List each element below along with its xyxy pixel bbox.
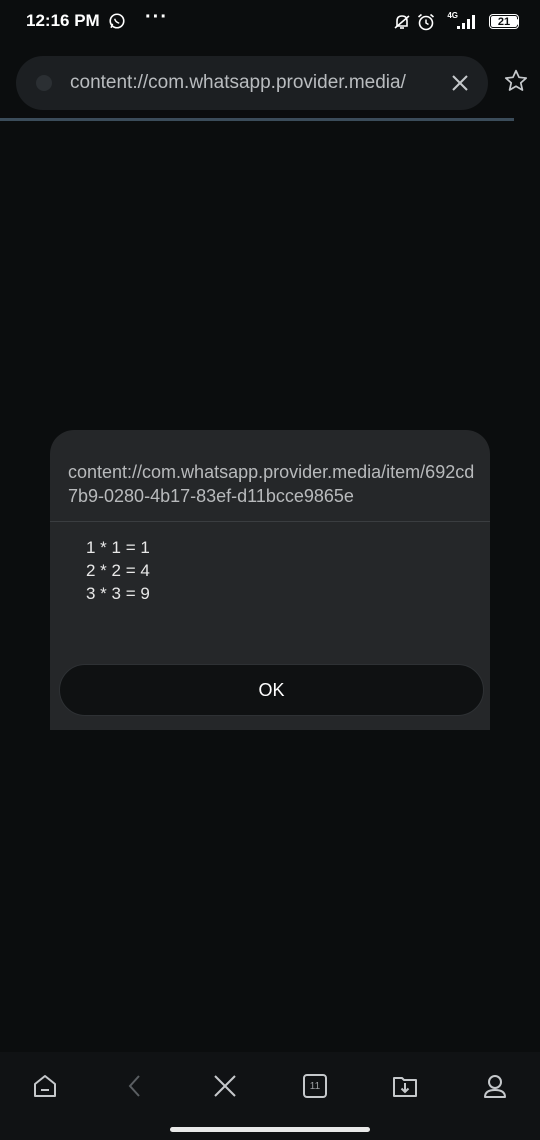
dialog-message: 1 * 1 = 1 2 * 2 = 4 3 * 3 = 9	[86, 536, 150, 605]
status-time: 12:16 PM	[26, 11, 100, 30]
battery-icon: 21	[489, 14, 519, 29]
status-bar: 12:16 PM ··· 4G 21	[0, 0, 540, 44]
signal-icon	[457, 15, 475, 29]
mute-icon	[394, 15, 410, 29]
message-line: 3 * 3 = 9	[86, 584, 150, 603]
alert-dialog: content://com.whatsapp.provider.media/it…	[50, 430, 490, 730]
close-tab-button[interactable]	[209, 1070, 241, 1102]
ok-button[interactable]: OK	[59, 664, 484, 716]
more-notifications-icon: ···	[145, 6, 168, 28]
address-bar[interactable]: content://com.whatsapp.provider.media/	[16, 56, 488, 110]
tabs-button[interactable]: 11	[299, 1070, 331, 1102]
dialog-divider	[50, 521, 490, 522]
home-indicator[interactable]	[170, 1127, 370, 1132]
message-line: 1 * 1 = 1	[86, 538, 150, 557]
home-icon	[34, 1075, 56, 1097]
page-load-line	[0, 118, 514, 121]
close-icon	[214, 1075, 236, 1097]
whatsapp-icon	[109, 13, 125, 29]
close-icon	[452, 75, 468, 91]
clear-url-button[interactable]	[446, 69, 474, 97]
back-button[interactable]	[119, 1070, 151, 1102]
star-icon	[504, 69, 528, 91]
back-icon	[128, 1075, 140, 1097]
bookmark-button[interactable]	[502, 67, 530, 95]
profile-button[interactable]	[479, 1070, 511, 1102]
battery-level: 21	[497, 15, 511, 28]
downloads-icon	[393, 1077, 417, 1097]
url-text[interactable]: content://com.whatsapp.provider.media/	[70, 72, 430, 94]
message-line: 2 * 2 = 4	[86, 561, 150, 580]
dialog-title: content://com.whatsapp.provider.media/it…	[68, 462, 475, 506]
home-button[interactable]	[29, 1070, 61, 1102]
site-info-icon[interactable]	[36, 75, 52, 91]
alarm-icon	[417, 13, 435, 31]
tab-count: 11	[309, 1080, 321, 1092]
downloads-button[interactable]	[389, 1070, 421, 1102]
profile-icon	[484, 1075, 506, 1098]
